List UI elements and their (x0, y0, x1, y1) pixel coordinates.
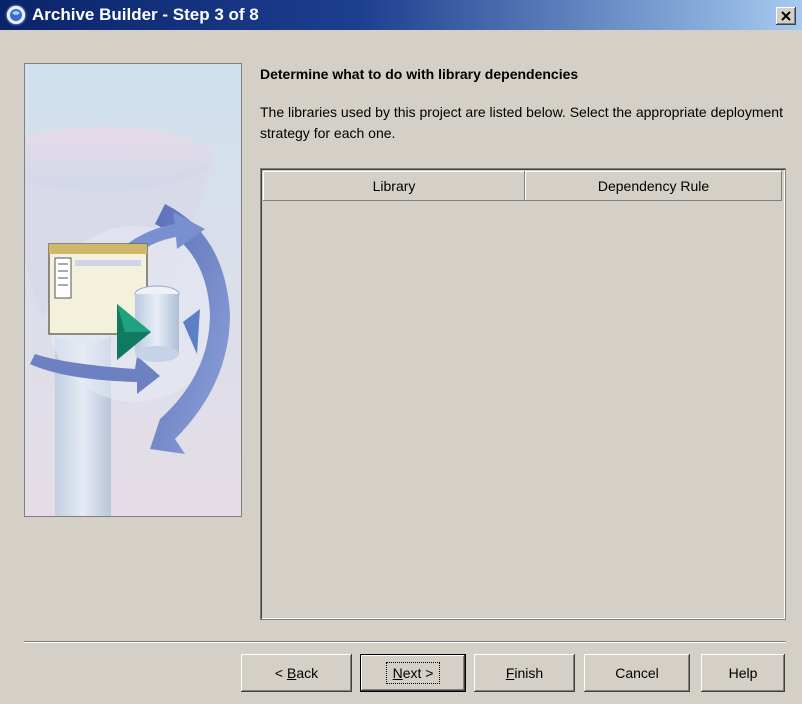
help-button[interactable]: Help (701, 654, 785, 692)
help-button-label: Help (728, 665, 758, 681)
finish-button-label: Finish (505, 665, 544, 681)
column-header-dependency-rule[interactable]: Dependency Rule (525, 171, 782, 201)
wizard-illustration (24, 63, 242, 517)
app-globe-icon (5, 4, 27, 26)
cancel-button[interactable]: Cancel (584, 654, 690, 692)
archive-builder-dialog: Archive Builder - Step 3 of 8 Determine … (0, 0, 802, 704)
column-header-library[interactable]: Library (263, 171, 525, 201)
close-button[interactable] (776, 7, 796, 25)
button-separator (24, 641, 786, 643)
next-button[interactable]: Next > (360, 654, 466, 692)
window-title: Archive Builder - Step 3 of 8 (32, 5, 259, 24)
close-icon (781, 11, 791, 21)
deployment-wizard-illustration (25, 127, 230, 516)
cancel-button-label: Cancel (615, 665, 659, 681)
page-description: The libraries used by this project are l… (260, 104, 783, 141)
library-dependency-table[interactable]: Library Dependency Rule (260, 168, 786, 620)
finish-button[interactable]: Finish (474, 654, 575, 692)
page-heading: Determine what to do with library depend… (260, 66, 579, 82)
back-button[interactable]: < Back (241, 654, 352, 692)
title-bar[interactable]: Archive Builder - Step 3 of 8 (0, 0, 802, 30)
back-button-label: < Back (274, 665, 319, 681)
next-button-label: Next > (385, 662, 441, 684)
